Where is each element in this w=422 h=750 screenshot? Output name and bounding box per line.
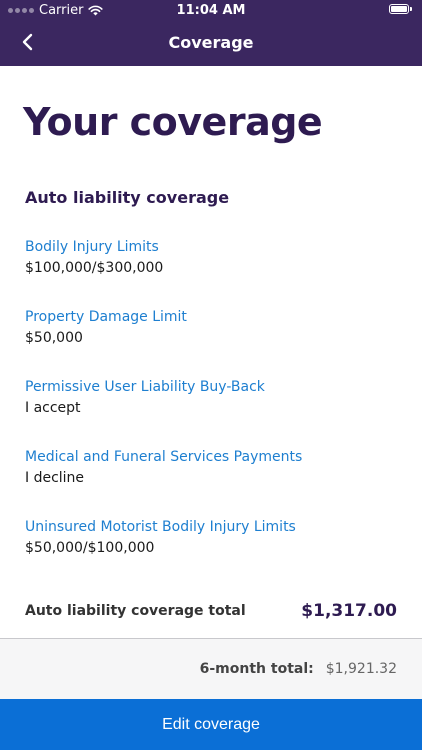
six-month-total-label: 6-month total: [199, 661, 314, 677]
status-bar: Carrier 11:04 AM [0, 0, 422, 22]
coverage-value: I decline [25, 470, 85, 486]
coverage-value: $50,000 [25, 330, 83, 346]
battery-icon [389, 4, 412, 14]
coverage-label[interactable]: Permissive User Liability Buy-Back [25, 377, 265, 397]
coverage-value: I accept [25, 400, 81, 416]
coverage-value: $100,000/$300,000 [25, 260, 164, 276]
coverage-item-medical-funeral: Medical and Funeral Services Payments I … [25, 447, 302, 488]
coverage-label[interactable]: Bodily Injury Limits [25, 237, 163, 257]
coverage-item-permissive-user: Permissive User Liability Buy-Back I acc… [25, 377, 265, 418]
section-title: Auto liability coverage [25, 188, 230, 207]
edit-coverage-button[interactable]: Edit coverage [0, 699, 422, 750]
coverage-item-uninsured-motorist: Uninsured Motorist Bodily Injury Limits … [25, 517, 296, 558]
liability-total-label: Auto liability coverage total [25, 603, 246, 619]
coverage-item-property-damage: Property Damage Limit $50,000 [25, 307, 187, 348]
liability-total-row: Auto liability coverage total $1,317.00 [25, 601, 397, 621]
liability-total-value: $1,317.00 [301, 601, 397, 621]
nav-title: Coverage [168, 33, 254, 52]
header: Carrier 11:04 AM Coverage [0, 0, 422, 66]
coverage-label[interactable]: Uninsured Motorist Bodily Injury Limits [25, 517, 296, 537]
coverage-value: $50,000/$100,000 [25, 540, 155, 556]
summary-bar: 6-month total: $1,921.32 [0, 638, 422, 699]
coverage-screen: Carrier 11:04 AM Coverage Your coverage … [0, 0, 422, 750]
coverage-item-bodily-injury: Bodily Injury Limits $100,000/$300,000 [25, 237, 163, 278]
coverage-label[interactable]: Medical and Funeral Services Payments [25, 447, 302, 467]
six-month-total: 6-month total: $1,921.32 [200, 661, 397, 677]
six-month-total-value: $1,921.32 [325, 661, 397, 677]
page-title: Your coverage [23, 100, 323, 144]
status-time: 11:04 AM [176, 3, 246, 18]
coverage-label[interactable]: Property Damage Limit [25, 307, 187, 327]
